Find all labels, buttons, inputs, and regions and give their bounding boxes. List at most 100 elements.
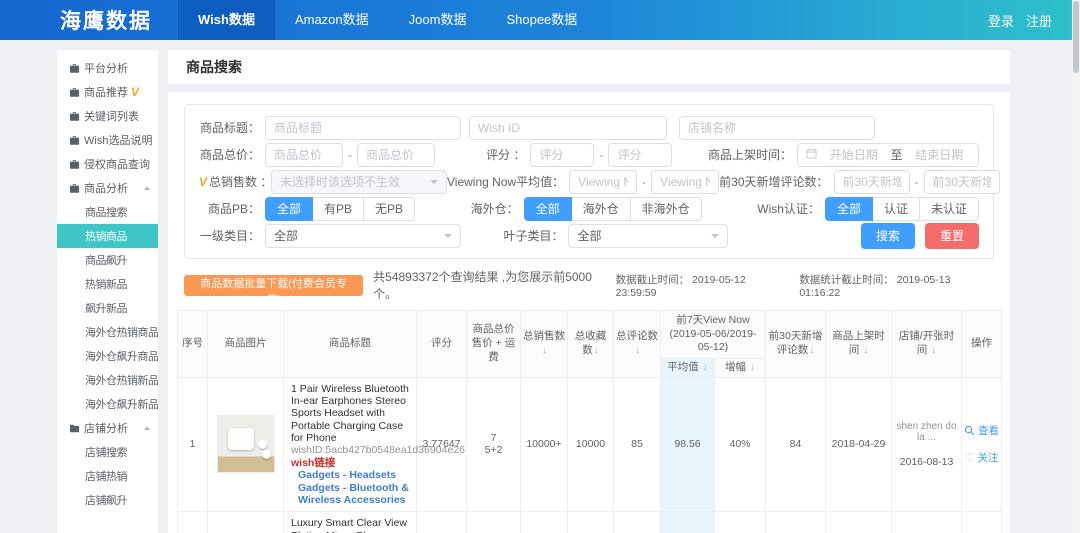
date-range-picker[interactable]: 开始日期 至 结束日期 bbox=[797, 143, 979, 167]
view-action[interactable]: 查看 bbox=[964, 423, 999, 438]
store-name[interactable]: shen zhen do la ... bbox=[894, 421, 959, 443]
reviews-30d-max-input[interactable] bbox=[924, 170, 1000, 194]
sidebar-item-label: 海外仓热销新品 bbox=[85, 372, 158, 388]
price-max-input[interactable] bbox=[357, 143, 435, 167]
product-title[interactable]: 1 Pair Wireless Bluetooth In-ear Earphon… bbox=[291, 383, 409, 445]
sidebar-item-wish-guide[interactable]: Wish选品说明 bbox=[57, 128, 158, 152]
nav-tab-shopee[interactable]: Shopee数据 bbox=[486, 0, 597, 40]
cell-actions: 查看 ♡ 关注 bbox=[962, 512, 1002, 533]
sort-desc-icon[interactable]: ↓ bbox=[542, 345, 547, 356]
nav-tab-amazon[interactable]: Amazon数据 bbox=[275, 0, 389, 40]
viewing-now-min-input[interactable] bbox=[569, 170, 637, 194]
verify-option-unverified[interactable]: 未认证 bbox=[920, 197, 979, 221]
verify-option-verified[interactable]: 认证 bbox=[873, 197, 920, 221]
product-wish-id: wishID:5acb427b0548ea1d36904e26 bbox=[291, 444, 409, 456]
page-scrollbar[interactable] bbox=[1072, 0, 1080, 533]
price-min-input[interactable] bbox=[265, 143, 343, 167]
category-select[interactable]: 全部 bbox=[265, 224, 461, 248]
filter-row-1: 商品标题： bbox=[199, 115, 979, 140]
sidebar-item-overseas-hot-new[interactable]: 海外仓热销新品 bbox=[57, 368, 158, 392]
product-title-label: 商品标题： bbox=[199, 119, 265, 136]
total-sales-select[interactable]: 未选择时该选项不生效 bbox=[271, 170, 447, 194]
sidebar-item-store-hot[interactable]: 店铺热销 bbox=[57, 464, 158, 488]
scrollbar-thumb[interactable] bbox=[1073, 1, 1079, 73]
wish-id-input[interactable] bbox=[469, 116, 667, 140]
sidebar-item-overseas-hot[interactable]: 海外仓热销商品 bbox=[57, 320, 158, 344]
sales-header-label: 总销售数 bbox=[523, 330, 565, 342]
sidebar-item-surge-new[interactable]: 飙升新品 bbox=[57, 296, 158, 320]
sidebar-item-product-recommend[interactable]: 商品推荐 V bbox=[57, 80, 158, 104]
viewing-now-max-input[interactable] bbox=[651, 170, 719, 194]
store-name-input[interactable] bbox=[679, 116, 875, 140]
rating-max-input[interactable] bbox=[608, 143, 672, 167]
sidebar-item-store-search[interactable]: 店铺搜索 bbox=[57, 440, 158, 464]
sidebar-item-product-surge[interactable]: 商品飙升 bbox=[57, 248, 158, 272]
col-header-viewnow-avg[interactable]: 平均值 ↓ bbox=[661, 358, 715, 377]
cell-title: Luxury Smart Clear View Plating Mirror P… bbox=[284, 512, 417, 533]
pb-option-without[interactable]: 无PB bbox=[364, 197, 415, 221]
col-header-store[interactable]: 店铺/开张时间 ↓ bbox=[892, 311, 962, 378]
col-header-reviews[interactable]: 总评论数↓ bbox=[614, 311, 661, 378]
reviews-30d-min-input[interactable] bbox=[834, 170, 910, 194]
sidebar-item-label: 关键词列表 bbox=[84, 108, 139, 124]
col-header-favorites[interactable]: 总收藏数↓ bbox=[568, 311, 614, 378]
sidebar-item-hot-new[interactable]: 热销新品 bbox=[57, 272, 158, 296]
wish-link[interactable]: wish链接 bbox=[291, 457, 409, 469]
sidebar-group-store-analysis[interactable]: 店铺分析 bbox=[57, 416, 158, 440]
cell-price: 7 5+2 bbox=[467, 377, 521, 512]
product-title[interactable]: Luxury Smart Clear View Plating Mirror P… bbox=[291, 517, 409, 533]
col-header-reviews30[interactable]: 前30天新增评论数↓ bbox=[766, 311, 826, 378]
pb-option-with[interactable]: 有PB bbox=[313, 197, 364, 221]
sidebar-item-overseas-surge[interactable]: 海外仓飙升商品 bbox=[57, 344, 158, 368]
category-link[interactable]: Gadgets - Bluetooth & Wireless Accessori… bbox=[298, 482, 409, 507]
sidebar-group-product-analysis[interactable]: 商品分析 bbox=[57, 176, 158, 200]
content-card: 商品标题： 商品总价： - 评分 ： - 商品上架时间： 开始日期 至 bbox=[168, 92, 1010, 533]
product-image[interactable] bbox=[217, 415, 275, 473]
sidebar-item-platform-analysis[interactable]: 平台分析 bbox=[57, 56, 158, 80]
sidebar-item-label: 店铺飙升 bbox=[85, 492, 127, 508]
sidebar-item-overseas-surge-new[interactable]: 海外仓飙升新品 bbox=[57, 392, 158, 416]
briefcase-icon bbox=[69, 63, 80, 74]
nav-tab-wish[interactable]: Wish数据 bbox=[178, 0, 275, 40]
leaf-category-select[interactable]: 全部 bbox=[568, 224, 728, 248]
category-link[interactable]: Gadgets - Headsets bbox=[298, 469, 409, 481]
warehouse-option-non-overseas[interactable]: 非海外仓 bbox=[631, 197, 702, 221]
verify-option-all[interactable]: 全部 bbox=[825, 197, 873, 221]
sidebar-item-keyword-list[interactable]: 关键词列表 bbox=[57, 104, 158, 128]
reset-button[interactable]: 重置 bbox=[925, 223, 979, 249]
sidebar-item-product-search[interactable]: 商品搜索 bbox=[57, 200, 158, 224]
sort-desc-icon[interactable]: ↓ bbox=[931, 345, 936, 356]
sidebar-item-infringement-query[interactable]: 侵权商品查询 bbox=[57, 152, 158, 176]
warehouse-option-overseas[interactable]: 海外仓 bbox=[572, 197, 631, 221]
date-start-placeholder[interactable]: 开始日期 bbox=[823, 146, 885, 163]
product-pb-label: 商品PB： bbox=[199, 200, 265, 217]
sidebar-item-store-surge[interactable]: 店铺飙升 bbox=[57, 488, 158, 512]
pb-option-all[interactable]: 全部 bbox=[265, 197, 313, 221]
col-header-viewnow-group: 前7天View Now (2019-05-06/2019-05-12) bbox=[661, 311, 766, 359]
col-header-listed[interactable]: 商品上架时间 ↓ bbox=[826, 311, 892, 378]
sort-desc-icon[interactable]: ↓ bbox=[863, 345, 868, 356]
reviews30-header-label: 前30天新增评论数 bbox=[769, 330, 823, 356]
cell-image[interactable] bbox=[208, 512, 284, 533]
register-link[interactable]: 注册 bbox=[1026, 11, 1052, 30]
sort-desc-icon[interactable]: ↓ bbox=[703, 362, 708, 373]
follow-action[interactable]: ♡ 关注 bbox=[964, 450, 999, 465]
date-end-placeholder[interactable]: 结束日期 bbox=[909, 146, 971, 163]
col-header-sales[interactable]: 总销售数 ↓ bbox=[521, 311, 568, 378]
rating-min-input[interactable] bbox=[530, 143, 594, 167]
sort-desc-icon[interactable]: ↓ bbox=[809, 345, 814, 356]
sort-desc-icon[interactable]: ↓ bbox=[635, 345, 640, 356]
cell-image[interactable] bbox=[208, 377, 284, 512]
product-title-input[interactable] bbox=[265, 116, 461, 140]
sort-desc-icon[interactable]: ↓ bbox=[594, 345, 599, 356]
sidebar-item-hot-products[interactable]: 热销商品 bbox=[57, 224, 158, 248]
batch-download-button[interactable]: 商品数据批量下载(付费会员专用) bbox=[184, 275, 363, 296]
login-link[interactable]: 登录 bbox=[988, 11, 1014, 30]
warehouse-option-all[interactable]: 全部 bbox=[524, 197, 572, 221]
cell-reviews30: 84 bbox=[766, 377, 826, 512]
col-header-viewnow-growth[interactable]: 增幅 ↓ bbox=[715, 358, 766, 377]
sort-desc-icon[interactable]: ↓ bbox=[750, 362, 755, 373]
search-button[interactable]: 搜索 bbox=[861, 223, 915, 249]
nav-tab-joom[interactable]: Joom数据 bbox=[389, 0, 487, 40]
reviews-30d-label: 前30天新增评论数： bbox=[719, 173, 833, 190]
